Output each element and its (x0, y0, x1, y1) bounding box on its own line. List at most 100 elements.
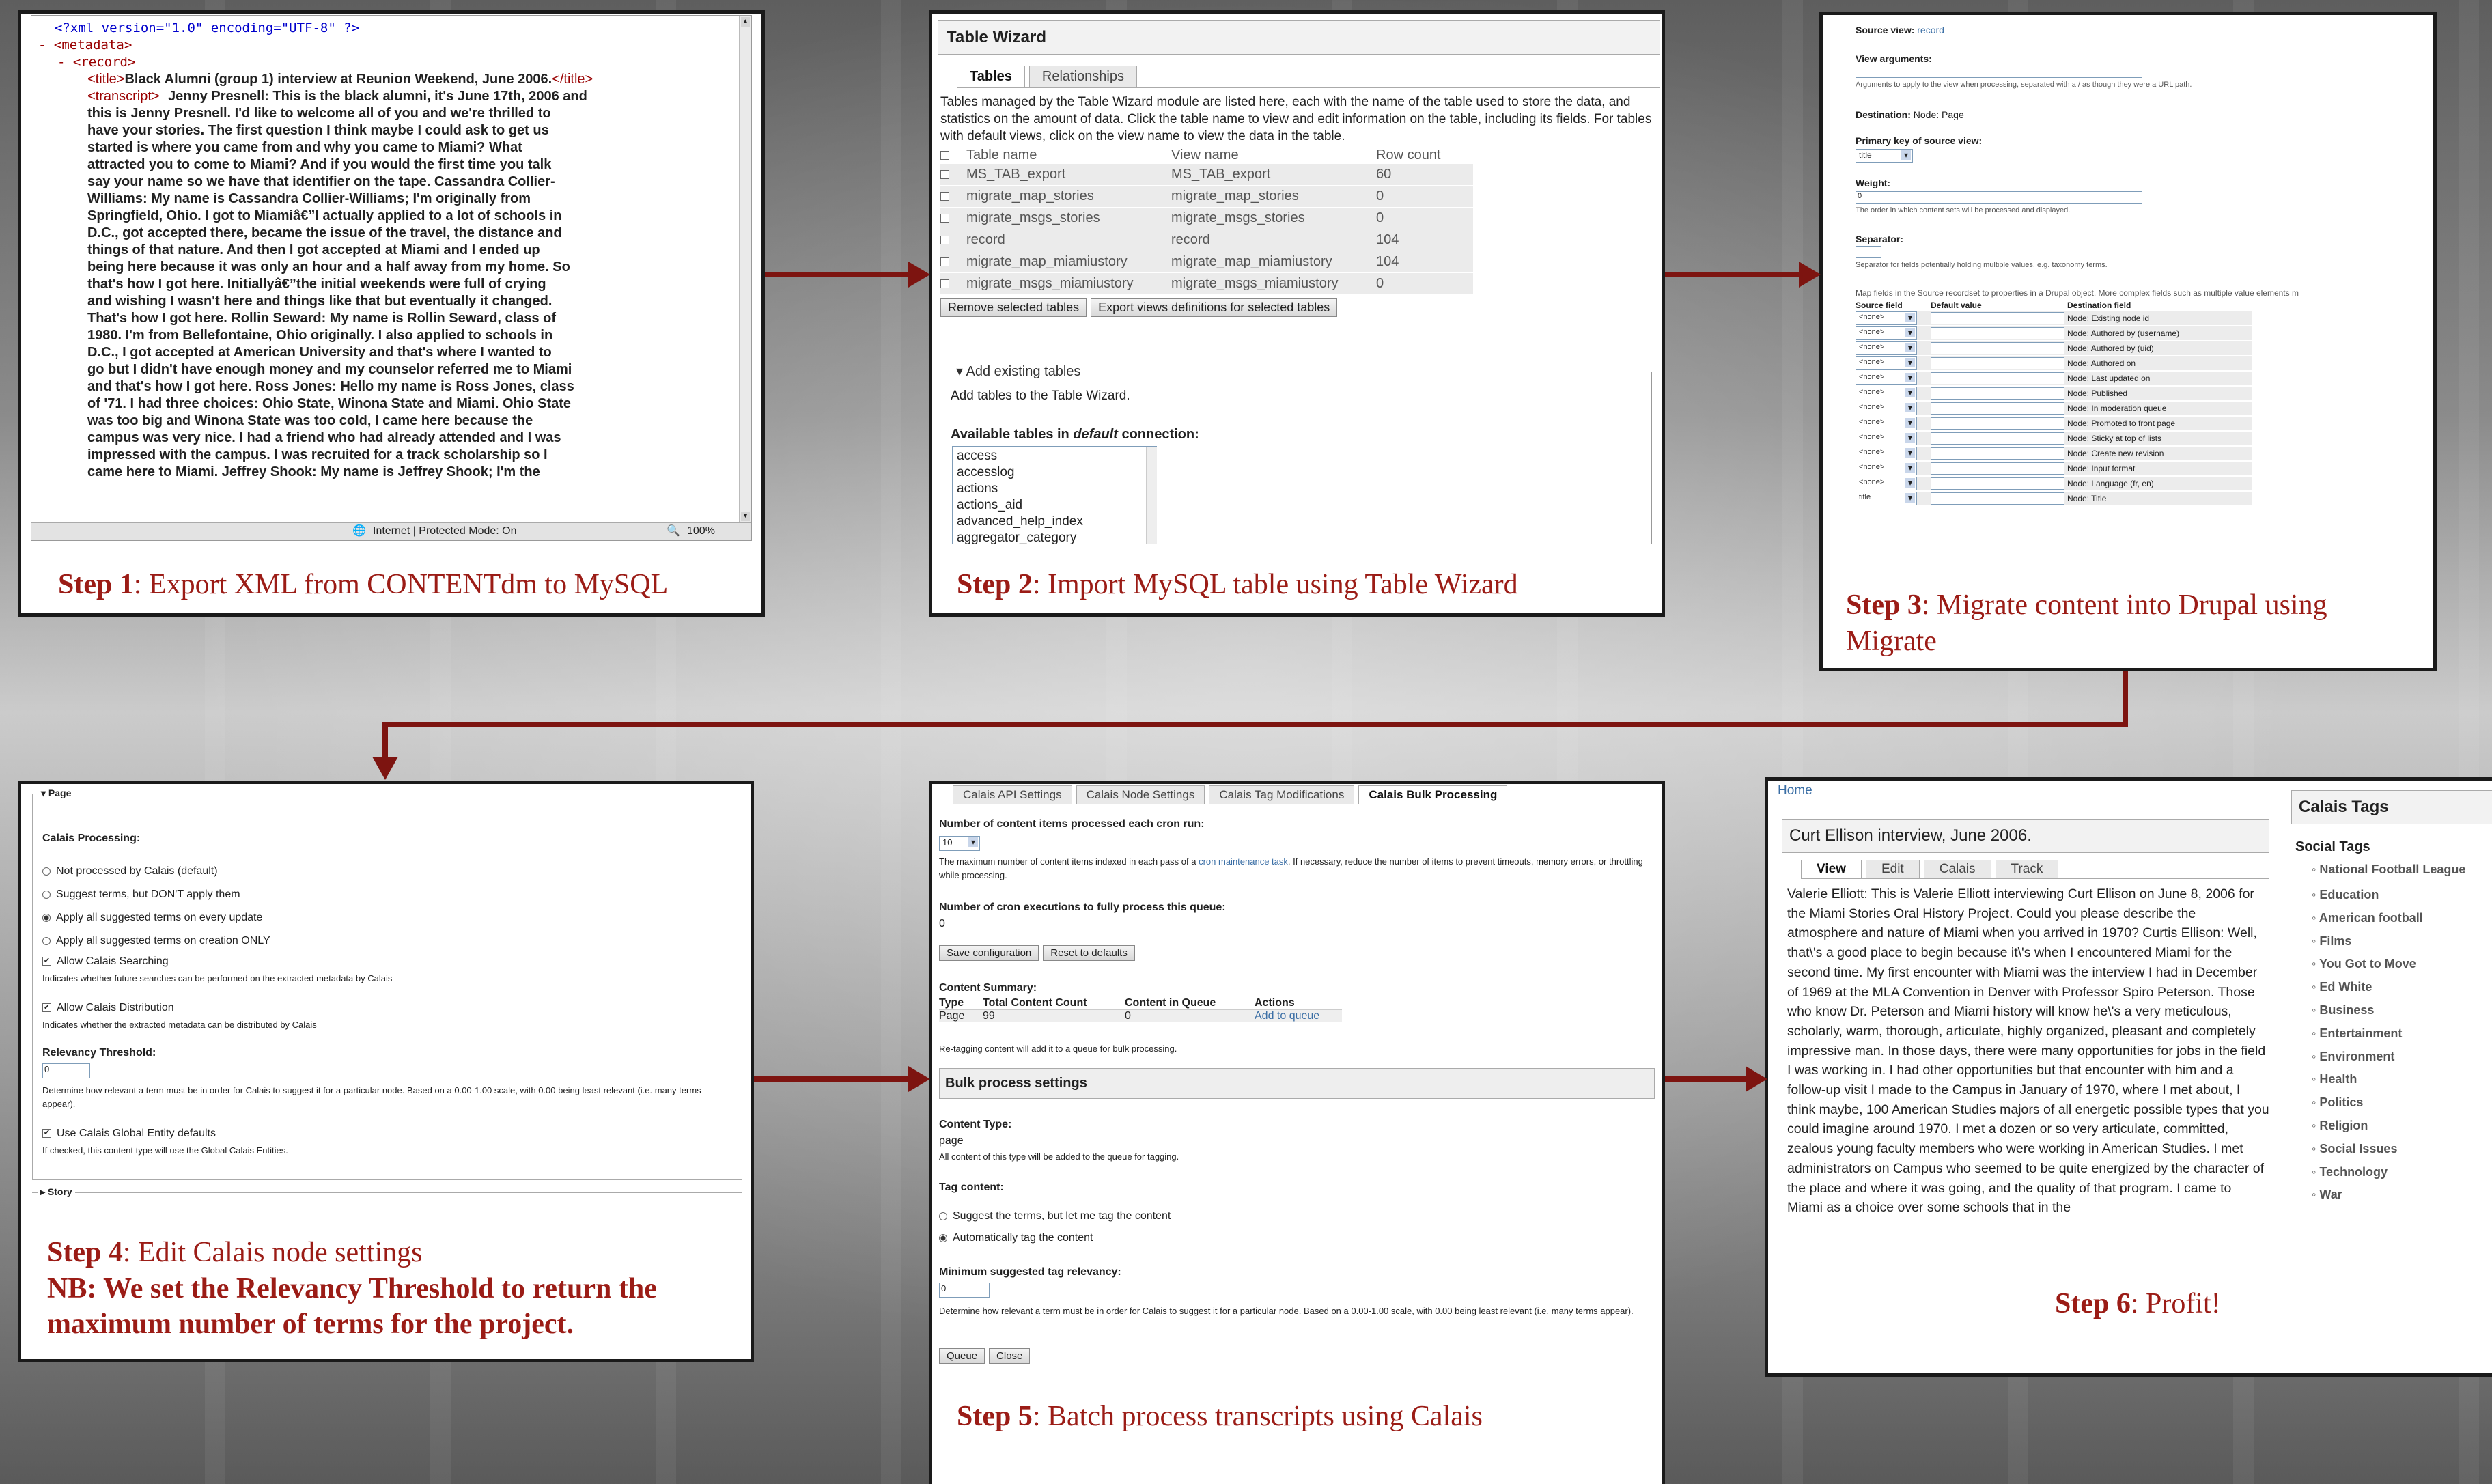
social-tag-link[interactable]: Business (2319, 1003, 2374, 1017)
table-name-link[interactable]: migrate_map_miamiustory (966, 251, 1171, 273)
allow-distribution-checkbox[interactable]: ✔ (42, 1003, 51, 1013)
items-per-cron-select[interactable]: 10 (939, 836, 980, 851)
tab-calais-3[interactable]: Calais Bulk Processing (1358, 785, 1508, 804)
source-field-select[interactable]: <none> (1856, 462, 1917, 475)
social-tag-link[interactable]: Environment (2319, 1050, 2394, 1063)
export-views-button[interactable]: Export views definitions for selected ta… (1091, 298, 1338, 317)
source-field-select[interactable]: <none> (1856, 311, 1917, 325)
social-tag-link[interactable]: Ed White (2319, 980, 2372, 994)
tag-auto-option[interactable]: Automatically tag the content (939, 1232, 1093, 1244)
scroll-up-icon[interactable]: ▲ (741, 17, 750, 27)
tag-suggest-radio[interactable] (939, 1212, 947, 1220)
source-field-select[interactable]: <none> (1856, 417, 1917, 430)
zoom-icon[interactable]: 🔍 (667, 523, 680, 540)
social-tag-link[interactable]: Religion (2319, 1119, 2368, 1132)
tab-node-edit[interactable]: Edit (1865, 860, 1920, 878)
default-value-input[interactable] (1931, 312, 2064, 324)
source-field-select[interactable]: <none> (1856, 432, 1917, 445)
processing-radio[interactable] (42, 936, 51, 945)
default-value-input[interactable] (1931, 342, 2064, 354)
row-checkbox[interactable] (940, 279, 949, 289)
add-existing-legend[interactable]: ▾ Add existing tables (953, 363, 1084, 380)
tab-calais-1[interactable]: Calais Node Settings (1076, 785, 1205, 804)
list-scrollbar[interactable] (1146, 447, 1157, 544)
source-field-select[interactable]: title (1856, 492, 1917, 505)
column-row-count[interactable]: Row count (1376, 148, 1473, 164)
default-value-input[interactable] (1931, 492, 2064, 505)
default-value-input[interactable] (1931, 387, 2064, 400)
table-name-link[interactable]: migrate_map_stories (966, 186, 1171, 208)
view-name-link[interactable]: record (1171, 229, 1376, 251)
social-tag-link[interactable]: Films (2319, 934, 2351, 948)
add-to-queue-link[interactable]: Add to queue (1255, 1010, 1342, 1023)
row-checkbox[interactable] (940, 192, 949, 201)
breadcrumb-home[interactable]: Home (1778, 783, 1812, 798)
social-tag-link[interactable]: American football (2319, 911, 2423, 925)
separator-input[interactable] (1856, 246, 1881, 258)
processing-radio[interactable] (42, 913, 51, 922)
available-table-option[interactable]: advanced_help_index (957, 514, 1152, 530)
view-name-link[interactable]: migrate_msgs_miamiustory (1171, 273, 1376, 295)
story-fieldset[interactable]: ▸ Story (32, 1186, 742, 1198)
tab-relationships[interactable]: Relationships (1028, 66, 1137, 87)
social-tag-link[interactable]: Politics (2319, 1095, 2363, 1109)
available-table-option[interactable]: accesslog (957, 464, 1152, 481)
global-entity-checkbox[interactable]: ✔ (42, 1129, 51, 1138)
source-field-select[interactable]: <none> (1856, 341, 1917, 355)
source-field-select[interactable]: <none> (1856, 477, 1917, 490)
processing-option[interactable]: Not processed by Calais (default) (42, 860, 270, 883)
tab-calais-0[interactable]: Calais API Settings (953, 785, 1072, 804)
queue-button[interactable]: Queue (939, 1348, 985, 1364)
table-name-link[interactable]: record (966, 229, 1171, 251)
status-zoom[interactable]: 100% (687, 523, 715, 540)
table-name-link[interactable]: migrate_msgs_miamiustory (966, 273, 1171, 295)
tab-node-calais[interactable]: Calais (1923, 860, 1991, 878)
social-tag-link[interactable]: Health (2319, 1072, 2357, 1086)
tag-suggest-option[interactable]: Suggest the terms, but let me tag the co… (939, 1210, 1171, 1222)
tab-node-view[interactable]: View (1801, 860, 1862, 878)
view-name-link[interactable]: MS_TAB_export (1171, 164, 1376, 186)
social-tag-link[interactable]: Education (2319, 888, 2379, 901)
source-field-select[interactable]: <none> (1856, 326, 1917, 340)
allow-searching-checkbox[interactable]: ✔ (42, 957, 51, 966)
default-value-input[interactable] (1931, 402, 2064, 415)
default-value-input[interactable] (1931, 447, 2064, 460)
source-field-select[interactable]: <none> (1856, 447, 1917, 460)
tab-tables[interactable]: Tables (957, 66, 1025, 87)
relevancy-threshold-input[interactable]: 0 (42, 1063, 90, 1078)
xml-metadata-tag[interactable]: - <metadata> (38, 37, 732, 54)
page-legend[interactable]: ▾ Page (38, 788, 74, 799)
vertical-scrollbar[interactable]: ▲ ▼ (739, 16, 751, 522)
default-value-input[interactable] (1931, 357, 2064, 369)
available-table-option[interactable]: access (957, 448, 1152, 464)
available-table-option[interactable]: actions (957, 481, 1152, 497)
remove-selected-button[interactable]: Remove selected tables (940, 298, 1087, 317)
source-field-select[interactable]: <none> (1856, 387, 1917, 400)
social-tag-link[interactable]: National Football League (2319, 863, 2465, 876)
allow-distribution-row[interactable]: ✔ Allow Calais Distribution (42, 1002, 174, 1014)
view-name-link[interactable]: migrate_msgs_stories (1171, 208, 1376, 229)
save-configuration-button[interactable]: Save configuration (939, 945, 1039, 961)
default-value-input[interactable] (1931, 432, 2064, 445)
tag-auto-radio[interactable] (939, 1233, 947, 1242)
view-args-input[interactable] (1856, 66, 2142, 78)
available-tables-list[interactable]: access accesslog actions actions_aid advance… (952, 446, 1157, 544)
allow-searching-row[interactable]: ✔ Allow Calais Searching (42, 955, 169, 968)
scroll-down-icon[interactable]: ▼ (741, 512, 750, 521)
default-value-input[interactable] (1931, 417, 2064, 430)
column-table-name[interactable]: Table name (966, 148, 1171, 164)
processing-option[interactable]: Suggest terms, but DON'T apply them (42, 883, 270, 906)
row-checkbox[interactable] (940, 257, 949, 267)
column-view-name[interactable]: View name (1171, 148, 1376, 164)
table-name-link[interactable]: migrate_msgs_stories (966, 208, 1171, 229)
default-value-input[interactable] (1931, 477, 2064, 490)
social-tag-link[interactable]: Social Issues (2319, 1142, 2397, 1156)
close-button[interactable]: Close (989, 1348, 1031, 1364)
default-value-input[interactable] (1931, 327, 2064, 339)
available-table-option[interactable]: aggregator_category (957, 530, 1152, 544)
reset-defaults-button[interactable]: Reset to defaults (1043, 945, 1135, 961)
view-name-link[interactable]: migrate_map_miamiustory (1171, 251, 1376, 273)
social-tag-link[interactable]: You Got to Move (2319, 957, 2416, 970)
row-checkbox[interactable] (940, 170, 949, 180)
available-table-option[interactable]: actions_aid (957, 497, 1152, 514)
